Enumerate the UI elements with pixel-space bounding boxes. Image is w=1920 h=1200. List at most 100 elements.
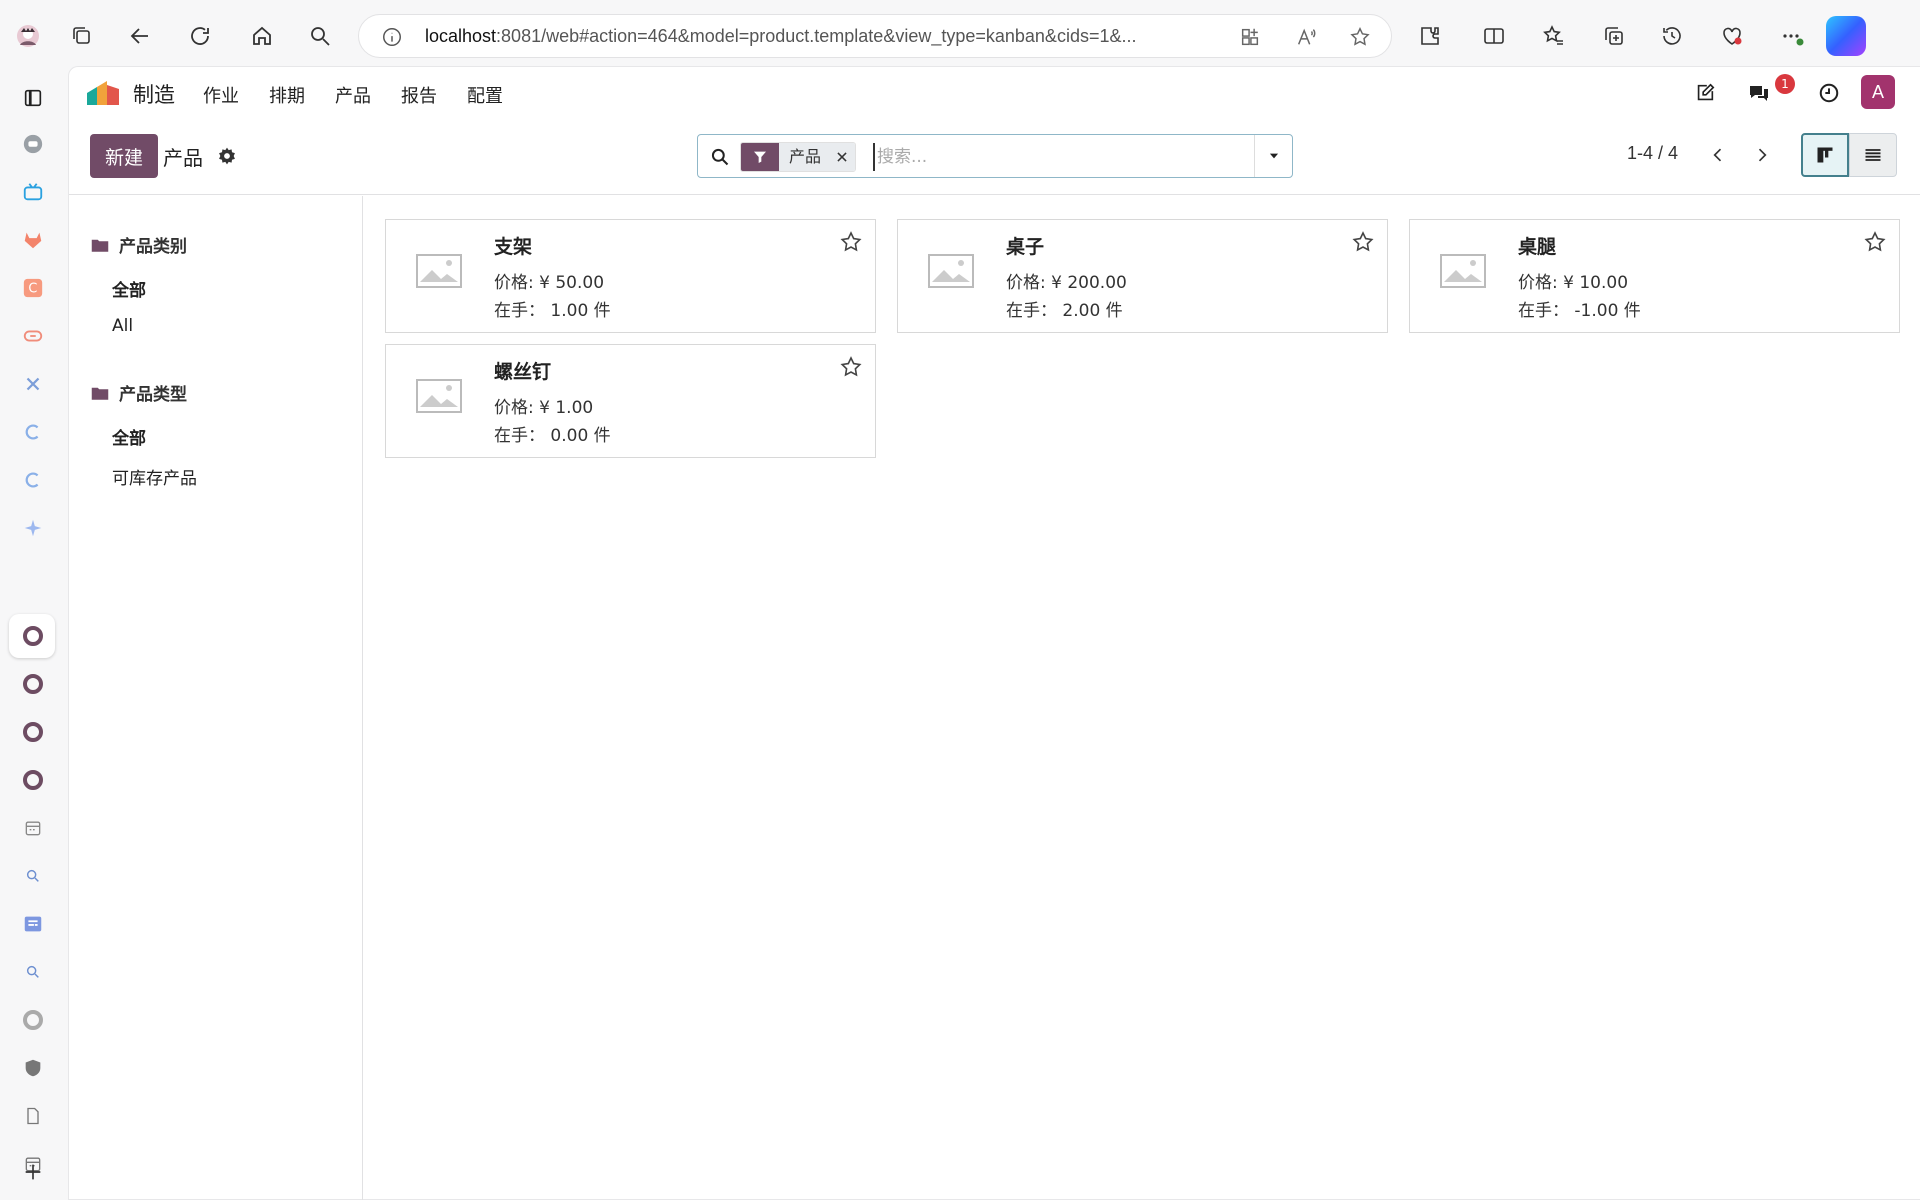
product-placeholder-image xyxy=(928,254,974,288)
control-panel: 新建 产品 产品 1-4 / 4 xyxy=(69,117,1920,195)
product-placeholder-image xyxy=(416,379,462,413)
product-placeholder-image xyxy=(416,254,462,288)
category-item-all-en[interactable]: All xyxy=(112,316,133,336)
product-on-hand: 在手： -1.00 件 xyxy=(1518,301,1641,321)
product-price: 价格: ¥ 1.00 xyxy=(494,398,594,418)
gitlab-icon[interactable] xyxy=(19,226,47,254)
split-screen-icon[interactable] xyxy=(1476,18,1512,54)
odoo-tab-icon[interactable] xyxy=(19,622,47,650)
odoo-tab-icon-4[interactable] xyxy=(19,766,47,794)
board-app-icon[interactable] xyxy=(19,910,47,938)
product-card[interactable]: 桌子 价格: ¥ 200.00 在手： 2.00 件 xyxy=(897,219,1388,333)
product-card[interactable]: 支架 价格: ¥ 50.00 在手： 1.00 件 xyxy=(385,219,876,333)
search-input[interactable] xyxy=(873,143,1233,171)
favorite-star-icon[interactable] xyxy=(1863,230,1887,254)
top-navbar: 制造 作业 排期 产品 报告 配置 1 A xyxy=(69,67,1920,117)
messages-badge: 1 xyxy=(1775,74,1795,94)
list-view-button[interactable] xyxy=(1849,133,1897,177)
product-on-hand: 在手： 2.00 件 xyxy=(1006,301,1123,321)
favorite-star-icon[interactable] xyxy=(839,355,863,379)
copilot-icon[interactable] xyxy=(1826,16,1866,56)
product-on-hand: 在手： 1.00 件 xyxy=(494,301,611,321)
pager-next-icon[interactable] xyxy=(1747,139,1777,171)
product-name: 桌子 xyxy=(1006,236,1045,258)
edit-note-icon[interactable] xyxy=(1689,77,1721,109)
product-price: 价格: ¥ 10.00 xyxy=(1518,273,1629,293)
document-icon[interactable] xyxy=(19,1102,47,1130)
site-info-icon[interactable] xyxy=(381,26,403,48)
app-available-icon[interactable] xyxy=(1239,26,1261,48)
category-section-header: 产品类别 xyxy=(91,232,187,257)
search-options-toggle[interactable] xyxy=(1254,135,1292,177)
favorites-icon[interactable] xyxy=(1536,18,1572,54)
menu-planning[interactable]: 排期 xyxy=(269,82,305,108)
link-app-icon[interactable] xyxy=(19,322,47,350)
folder-icon xyxy=(91,387,109,400)
product-card[interactable]: 螺丝钉 价格: ¥ 1.00 在手： 0.00 件 xyxy=(385,344,876,458)
browser-essentials-icon[interactable] xyxy=(1714,18,1750,54)
type-section-header: 产品类型 xyxy=(91,380,187,405)
shield-app-icon[interactable] xyxy=(19,1054,47,1082)
product-card[interactable]: 桌腿 价格: ¥ 10.00 在手： -1.00 件 xyxy=(1409,219,1900,333)
type-section-title: 产品类型 xyxy=(119,385,187,405)
svg-text:C: C xyxy=(28,282,37,297)
workspaces-icon[interactable] xyxy=(64,18,100,54)
user-avatar[interactable]: A xyxy=(1861,75,1895,109)
x-app-icon[interactable] xyxy=(19,370,47,398)
menu-products[interactable]: 产品 xyxy=(335,82,371,108)
home-icon[interactable] xyxy=(244,18,280,54)
remove-facet-icon[interactable] xyxy=(829,143,856,171)
c-blue-app-icon-2[interactable] xyxy=(19,466,47,494)
collections-icon[interactable] xyxy=(1596,18,1632,54)
odoo-app: 制造 作业 排期 产品 报告 配置 1 A 新建 产品 产品 搜索... 1-4… xyxy=(68,66,1920,1200)
favorite-star-icon[interactable] xyxy=(1351,230,1375,254)
bilibili-icon[interactable] xyxy=(19,178,47,206)
new-tab-plus-icon[interactable] xyxy=(19,1158,47,1186)
search-page-icon-2[interactable] xyxy=(19,958,47,986)
favorite-star-icon[interactable] xyxy=(1349,26,1371,48)
profile-avatar-icon[interactable] xyxy=(10,18,46,54)
kanban-view-button[interactable] xyxy=(1801,133,1849,177)
favorite-star-icon[interactable] xyxy=(839,230,863,254)
search-icon[interactable] xyxy=(302,18,338,54)
search-bar[interactable]: 产品 xyxy=(697,134,1293,178)
type-item-storable[interactable]: 可库存产品 xyxy=(112,464,197,489)
category-item-all[interactable]: 全部 xyxy=(112,276,146,301)
manufacturing-app-logo[interactable] xyxy=(85,79,121,105)
product-price: 价格: ¥ 50.00 xyxy=(494,273,605,293)
pager-previous-icon[interactable] xyxy=(1703,139,1733,171)
product-price: 价格: ¥ 200.00 xyxy=(1006,273,1127,293)
history-icon[interactable] xyxy=(1654,18,1690,54)
sparkle-app-icon[interactable] xyxy=(19,514,47,542)
pager-value[interactable]: 1-4 / 4 xyxy=(1627,143,1678,164)
menu-operations[interactable]: 作业 xyxy=(203,82,239,108)
list-icon xyxy=(1865,149,1881,161)
more-options-icon[interactable] xyxy=(1774,18,1810,54)
app-brand[interactable]: 制造 xyxy=(133,79,175,109)
search-icon[interactable] xyxy=(710,147,730,167)
back-icon[interactable] xyxy=(122,18,158,54)
type-item-all[interactable]: 全部 xyxy=(112,424,146,449)
grey-ring-icon[interactable] xyxy=(19,1006,47,1034)
kanban-icon xyxy=(1817,147,1833,163)
menu-configuration[interactable]: 配置 xyxy=(467,82,503,108)
menu-reporting[interactable]: 报告 xyxy=(401,82,437,108)
calendar-page-icon[interactable] xyxy=(19,814,47,842)
c-blue-app-icon[interactable] xyxy=(19,418,47,446)
extensions-icon[interactable] xyxy=(1412,18,1448,54)
odoo-tab-icon-3[interactable] xyxy=(19,718,47,746)
search-page-icon[interactable] xyxy=(19,862,47,890)
filter-facet-label: 产品 xyxy=(779,143,830,171)
product-name: 支架 xyxy=(494,236,533,258)
odoo-tab-icon-2[interactable] xyxy=(19,670,47,698)
c-app-icon[interactable]: C xyxy=(19,274,47,302)
address-bar[interactable]: localhost:8081/web#action=464&model=prod… xyxy=(358,14,1392,58)
activity-clock-icon[interactable] xyxy=(1813,77,1845,109)
gear-icon[interactable] xyxy=(217,146,237,166)
chat-app-icon[interactable] xyxy=(19,130,47,158)
read-aloud-icon[interactable] xyxy=(1295,26,1317,48)
refresh-icon[interactable] xyxy=(182,18,218,54)
tab-actions-icon[interactable] xyxy=(19,84,47,112)
new-button[interactable]: 新建 xyxy=(90,134,158,178)
messages-icon[interactable] xyxy=(1743,77,1775,109)
